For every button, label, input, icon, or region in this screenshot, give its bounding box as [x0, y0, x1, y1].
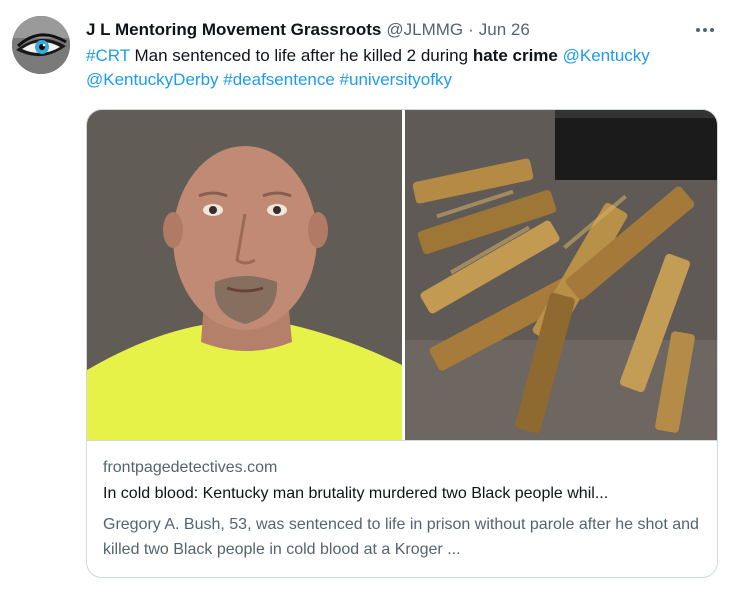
author-display-name[interactable]: J L Mentoring Movement Grassroots: [86, 20, 381, 40]
tweet-date[interactable]: Jun 26: [479, 20, 530, 40]
author-handle[interactable]: @JLMMG: [386, 20, 463, 40]
tweet-header: J L Mentoring Movement Grassroots @JLMMG…: [86, 18, 530, 42]
avatar-eye-image: [12, 16, 70, 74]
bullets-image: [405, 110, 717, 440]
more-horizontal-icon: [696, 28, 700, 32]
header-separator: ·: [468, 20, 474, 39]
mention-kentucky[interactable]: @Kentucky: [563, 46, 650, 65]
mention-kentucky-derby[interactable]: @KentuckyDerby: [86, 70, 219, 89]
card-media[interactable]: [87, 110, 717, 440]
tweet-bold-phrase: hate crime: [472, 46, 558, 65]
mugshot-image: [87, 110, 402, 440]
card-title[interactable]: In cold blood: Kentucky man brutality mu…: [103, 485, 608, 503]
tweet[interactable]: J L Mentoring Movement Grassroots @JLMMG…: [0, 0, 737, 593]
card-divider: [87, 440, 717, 441]
avatar[interactable]: [12, 16, 70, 74]
hashtag-universityofky[interactable]: #universityofky: [340, 70, 452, 89]
more-options-button[interactable]: [691, 18, 719, 42]
card-domain: frontpagedetectives.com: [103, 459, 278, 476]
tweet-text: #CRT Man sentenced to life after he kill…: [86, 44, 726, 92]
link-preview-card[interactable]: frontpagedetectives.com In cold blood: K…: [86, 109, 718, 578]
hashtag-deafsentence[interactable]: #deafsentence: [223, 70, 335, 89]
hashtag-crt[interactable]: #CRT: [86, 46, 130, 65]
card-description: Gregory A. Bush, 53, was sentenced to li…: [103, 516, 699, 558]
tweet-body-text: Man sentenced to life after he killed 2 …: [129, 46, 473, 65]
